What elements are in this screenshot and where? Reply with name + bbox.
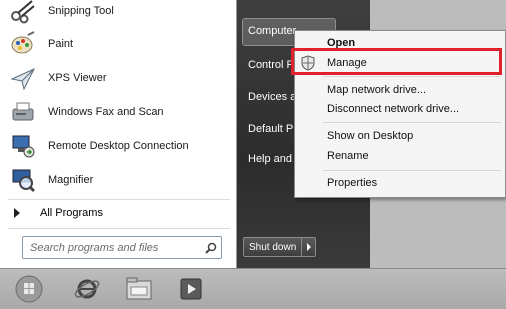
divider	[8, 199, 230, 200]
program-xps-viewer[interactable]: XPS Viewer	[8, 63, 230, 93]
program-label: Magnifier	[48, 174, 94, 186]
remote-desktop-icon	[8, 131, 38, 161]
program-magnifier[interactable]: Magnifier	[8, 165, 230, 195]
context-item-disconnect-network-drive[interactable]: Disconnect network drive...	[327, 103, 459, 115]
divider	[323, 122, 501, 123]
menu-item-computer[interactable]: Computer	[248, 25, 296, 37]
program-label: XPS Viewer	[48, 72, 107, 84]
file-explorer-icon[interactable]	[122, 273, 156, 305]
paint-palette-icon	[8, 29, 38, 59]
menu-item-default-programs[interactable]: Default Pr	[248, 123, 297, 135]
context-item-rename[interactable]: Rename	[327, 150, 369, 162]
context-item-show-on-desktop[interactable]: Show on Desktop	[327, 130, 413, 142]
program-label: Paint	[48, 38, 74, 50]
program-snipping-tool[interactable]: Snipping Tool	[8, 0, 230, 26]
chevron-right-icon	[306, 243, 311, 251]
search-placeholder: Search programs and files	[30, 241, 159, 254]
program-remote-desktop-connection[interactable]: Remote Desktop Connection	[8, 131, 230, 161]
context-item-properties[interactable]: Properties	[327, 177, 377, 189]
scissors-icon	[8, 0, 38, 26]
divider	[323, 76, 501, 77]
manage-highlight-box	[291, 48, 502, 75]
context-menu: Open Manage Map network drive... Disconn…	[291, 30, 506, 198]
program-paint[interactable]: Paint	[8, 29, 230, 59]
triangle-right-icon	[14, 208, 20, 218]
shutdown-options-button[interactable]	[302, 237, 317, 257]
program-windows-fax-and-scan[interactable]: Windows Fax and Scan	[8, 97, 230, 127]
shutdown-group: Shut down	[243, 237, 317, 257]
search-icon[interactable]	[201, 242, 221, 254]
media-player-icon[interactable]	[174, 273, 208, 305]
shutdown-button[interactable]: Shut down	[243, 237, 303, 257]
internet-explorer-icon[interactable]	[70, 273, 104, 305]
paper-plane-icon	[8, 63, 38, 93]
all-programs-button[interactable]: All Programs	[14, 203, 103, 223]
program-label: Windows Fax and Scan	[48, 106, 164, 118]
magnifier-icon	[8, 165, 38, 195]
program-label: Remote Desktop Connection	[48, 140, 189, 152]
start-menu-programs-pane: Snipping Tool Paint XPS Viewer Windows F…	[0, 0, 237, 268]
search-input[interactable]: Search programs and files	[22, 236, 222, 259]
context-item-map-network-drive[interactable]: Map network drive...	[327, 84, 426, 96]
all-programs-label: All Programs	[40, 207, 103, 219]
fax-scanner-icon	[8, 97, 38, 127]
start-orb-icon[interactable]	[12, 273, 46, 305]
divider	[323, 170, 501, 171]
program-label: Snipping Tool	[48, 5, 114, 17]
taskbar	[0, 268, 506, 309]
menu-item-control-panel[interactable]: Control P	[248, 59, 294, 71]
divider	[8, 228, 230, 229]
